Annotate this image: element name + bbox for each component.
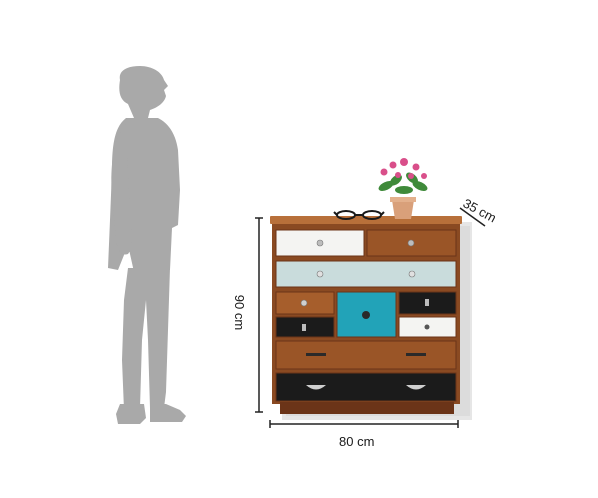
drawer-wood-wide	[275, 340, 457, 370]
drawer-knob	[362, 311, 370, 319]
drawer-knob	[407, 239, 415, 247]
drawer-pale-blue-wide	[275, 260, 457, 288]
height-label: 90 cm	[232, 294, 248, 331]
product-dimension-illustration: 80 cm 90 cm 35 cm	[0, 0, 598, 498]
drawer-knob	[300, 299, 308, 307]
drawer-knob	[316, 239, 324, 247]
drawer-knob	[424, 324, 430, 330]
drawer-knob	[408, 270, 416, 278]
cabinet	[270, 216, 462, 414]
width-label: 80 cm	[339, 434, 375, 449]
scene	[108, 66, 486, 428]
drawer-knob	[316, 270, 324, 278]
drawer-handle	[406, 353, 426, 356]
cabinet-base	[280, 402, 454, 414]
drawer-handle	[306, 353, 326, 356]
potted-plant	[378, 158, 428, 219]
drawer-pull	[302, 324, 306, 331]
drawer-pull	[425, 299, 429, 306]
drawer-black-bottom	[275, 372, 457, 402]
person-silhouette	[108, 66, 186, 424]
